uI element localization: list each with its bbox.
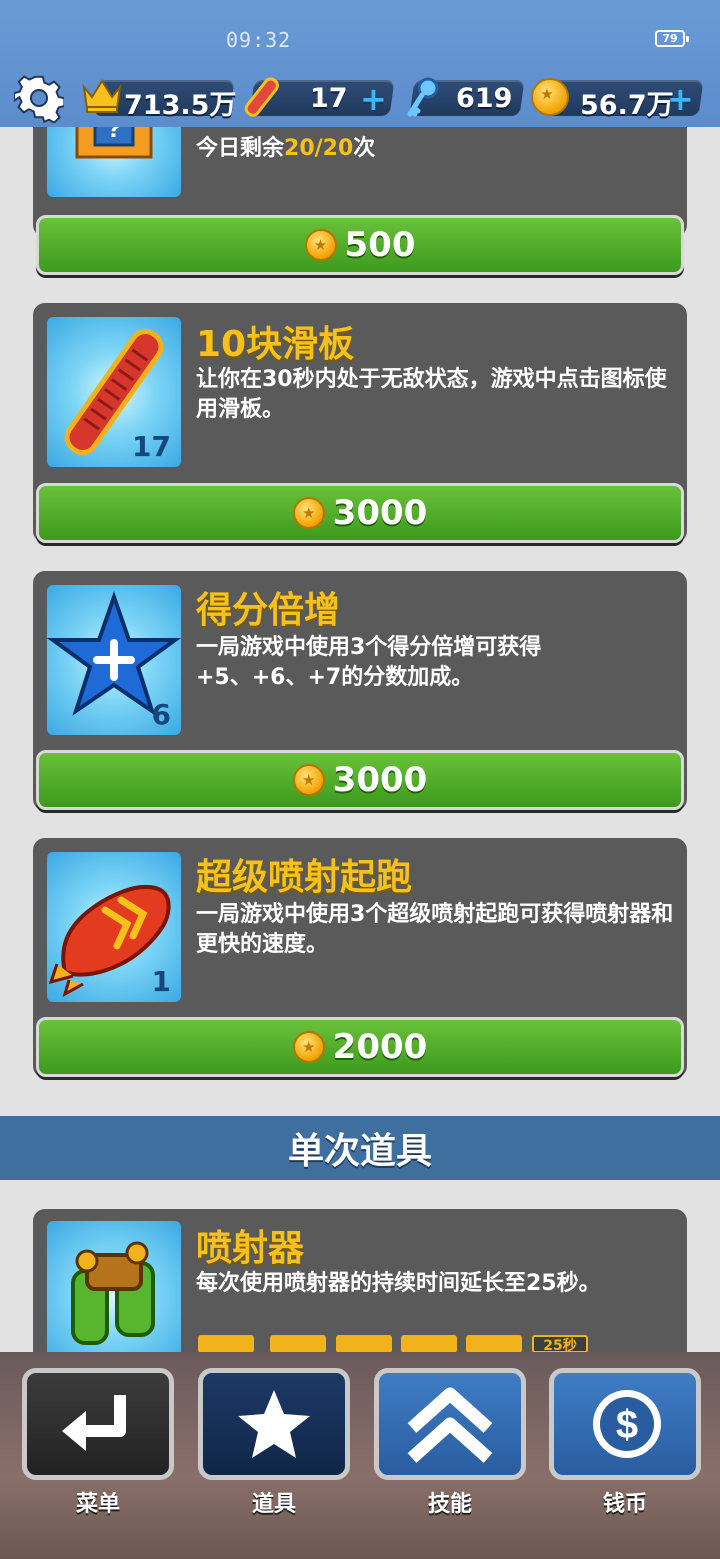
upgrade-slot [198, 1335, 254, 1352]
coin-icon [304, 229, 337, 261]
mystery-box-desc: 今日剩余20/20次 [196, 136, 376, 161]
hoverboard-desc: 让你在30秒内处于无敌状态，游戏中点击图标使用滑板。 [196, 367, 667, 422]
nav-menu-button[interactable] [22, 1368, 174, 1480]
headstart-owned-count: 1 [151, 965, 171, 998]
jetpack-icon [71, 1241, 155, 1345]
upgrade-slot [336, 1335, 392, 1352]
svg-text:$: $ [616, 1403, 638, 1447]
nav-coins-label: 钱币 [602, 1492, 647, 1517]
headstart-desc: 一局游戏中使用3个超级喷射起跑可获得喷射器和更快的速度。 [196, 902, 674, 957]
double-chevron-up-icon [407, 1387, 493, 1463]
jetpack-title: 喷射器 [196, 1228, 305, 1269]
keys-count: 619 [456, 83, 513, 114]
hoverboard-icon [244, 77, 279, 117]
hoverboard-owned-count: 17 [132, 430, 171, 463]
nav-items-label: 道具 [251, 1492, 296, 1517]
svg-text:?: ? [105, 127, 122, 143]
jetpack-thumb [47, 1221, 181, 1352]
nav-upgrades-label: 技能 [427, 1492, 472, 1517]
jetpack-card: 喷射器 每次使用喷射器的持续时间延长至25秒。 [33, 1209, 687, 1352]
buy-hoverboard-button[interactable]: 3000 [36, 483, 684, 543]
nav-menu-label: 菜单 [75, 1492, 120, 1517]
hoverboard-count: 17 [310, 83, 348, 114]
price: 500 [344, 225, 416, 265]
score-multiplier-owned-count: 6 [151, 698, 171, 731]
jetpack-desc: 每次使用喷射器的持续时间延长至25秒。 [196, 1271, 601, 1296]
mystery-box-icon: ? [75, 127, 153, 159]
headstart-thumb: 1 [47, 852, 181, 1002]
score-multiplier-desc: 一局游戏中使用3个得分倍增可获得+5、+6、+7的分数加成。 [196, 635, 542, 690]
hoverboard-thumb: 17 [47, 317, 181, 467]
buy-headstart-button[interactable]: 2000 [36, 1017, 684, 1077]
nav-upgrades-button[interactable] [374, 1368, 526, 1480]
shop-scroll-area[interactable]: ? 今日剩余20/20次 500 17 10块滑板 让你在30秒内处于无敌状 [0, 127, 720, 1352]
add-hoverboard-button[interactable]: + [360, 80, 387, 118]
coin-icon [292, 764, 325, 796]
price: 2000 [332, 1027, 428, 1067]
upgrade-max-label: 25秒 [532, 1335, 588, 1352]
add-coins-button[interactable]: + [667, 80, 694, 118]
coin-icon [531, 78, 569, 116]
coin-icon [292, 497, 325, 529]
upgrade-slot [401, 1335, 457, 1352]
mystery-box-thumb: ? [47, 127, 181, 197]
hoverboard-title: 10块滑板 [196, 324, 355, 365]
section-header: 单次道具 [0, 1116, 720, 1180]
upgrade-slot [270, 1335, 326, 1352]
return-arrow-icon [62, 1395, 126, 1451]
price: 3000 [332, 760, 428, 800]
headstart-title: 超级喷射起跑 [196, 857, 413, 898]
nav-coins-button[interactable]: $ [549, 1368, 701, 1480]
key-icon [407, 77, 439, 117]
dollar-coin-icon: $ [593, 1390, 661, 1458]
buy-score-multiplier-button[interactable]: 3000 [36, 750, 684, 810]
score-multiplier-title: 得分倍增 [196, 590, 341, 631]
settings-gear-icon[interactable] [14, 73, 64, 123]
battery-icon: 79 [655, 30, 689, 47]
status-time: 09:32 [226, 28, 292, 52]
nav-items-button[interactable] [198, 1368, 350, 1480]
score-multiplier-thumb: 6 [47, 585, 181, 735]
top-bar: 09:32 79 713.5万 17 + 619 56.7万 + [0, 0, 720, 127]
price: 3000 [332, 493, 428, 533]
star-icon [238, 1390, 310, 1458]
section-title: 单次道具 [287, 1131, 432, 1172]
score-value: 713.5万 [124, 90, 237, 121]
crown-icon [82, 79, 122, 113]
coins-count: 56.7万 [580, 90, 674, 121]
buy-mystery-box-button[interactable]: 500 [36, 215, 684, 275]
coin-icon [292, 1031, 325, 1063]
upgrade-slot [466, 1335, 522, 1352]
